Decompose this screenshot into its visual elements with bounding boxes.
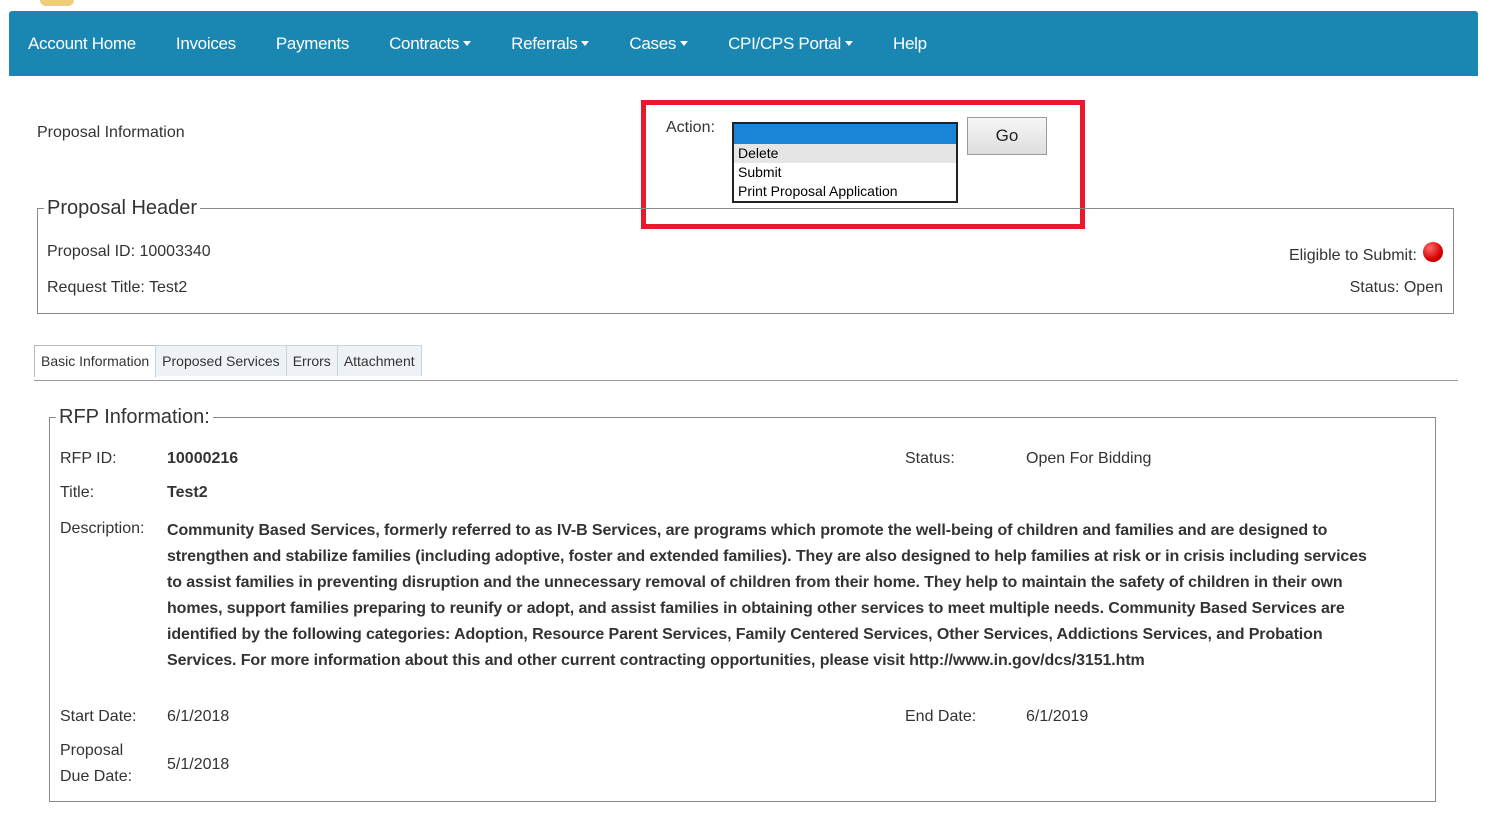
proposal-id: Proposal ID: 10003340 xyxy=(47,243,211,260)
nav-help[interactable]: Help xyxy=(873,11,947,76)
tab-proposed-services[interactable]: Proposed Services xyxy=(155,345,287,376)
tab-bar: Basic Information Proposed Services Erro… xyxy=(34,345,422,377)
rfp-description-value: Community Based Services, formerly refer… xyxy=(167,522,1367,669)
tab-basic-information[interactable]: Basic Information xyxy=(34,345,157,377)
nav-account-home[interactable]: Account Home xyxy=(9,11,156,76)
proposal-header-legend: Proposal Header xyxy=(47,197,198,219)
rfp-title-label: Title: xyxy=(60,484,95,501)
action-select[interactable]: Delete Submit Print Proposal Application xyxy=(732,122,958,203)
caret-down-icon xyxy=(581,41,590,46)
nav-cpi-cps-portal[interactable]: CPI/CPS Portal xyxy=(708,11,873,76)
eligible-to-submit: Eligible to Submit: xyxy=(1289,242,1443,265)
action-option-delete[interactable]: Delete xyxy=(734,144,956,163)
nav-label: Invoices xyxy=(175,33,236,53)
caret-down-icon xyxy=(845,41,854,46)
nav-label: Referrals xyxy=(511,33,578,53)
main-nav: Account Home Invoices Payments Contracts… xyxy=(9,11,1478,76)
nav-label: Payments xyxy=(275,33,350,53)
rfp-id-value: 10000216 xyxy=(167,450,239,467)
nav-referrals[interactable]: Referrals xyxy=(491,11,609,76)
logo-fragment xyxy=(40,0,74,6)
proposal-status: Status: Open xyxy=(1349,279,1443,296)
end-date-value: 6/1/2019 xyxy=(1026,708,1089,725)
nav-invoices[interactable]: Invoices xyxy=(156,11,256,76)
due-date-label-line2: Due Date: xyxy=(60,768,133,785)
proposal-header: Proposal Header xyxy=(37,197,1454,314)
tab-divider xyxy=(34,380,1458,381)
end-date-label: End Date: xyxy=(905,708,977,725)
action-label: Action: xyxy=(666,119,715,136)
tab-attachment[interactable]: Attachment xyxy=(336,345,422,376)
rfp-description-label: Description: xyxy=(60,520,145,537)
tab-errors[interactable]: Errors xyxy=(285,345,338,376)
start-date-label: Start Date: xyxy=(60,708,137,725)
start-date-value: 6/1/2018 xyxy=(167,708,230,725)
rfp-id-label: RFP ID: xyxy=(60,450,117,467)
due-date-value: 5/1/2018 xyxy=(167,756,230,773)
page-title: Proposal Information xyxy=(37,124,185,141)
nav-label: Help xyxy=(893,33,927,53)
caret-down-icon xyxy=(463,41,472,46)
action-select-current[interactable] xyxy=(734,124,956,144)
nav-label: Cases xyxy=(629,33,677,53)
nav-label: CPI/CPS Portal xyxy=(728,33,842,53)
rfp-status-value: Open For Bidding xyxy=(1026,450,1152,467)
go-button[interactable]: Go xyxy=(967,117,1047,155)
nav-label: Account Home xyxy=(28,33,136,53)
due-date-label-line1: Proposal xyxy=(60,742,124,759)
nav-cases[interactable]: Cases xyxy=(609,11,708,76)
action-option-submit[interactable]: Submit xyxy=(734,163,956,182)
nav-contracts[interactable]: Contracts xyxy=(369,11,491,76)
nav-label: Contracts xyxy=(389,33,460,53)
request-title: Request Title: Test2 xyxy=(47,279,188,296)
rfp-title-value: Test2 xyxy=(167,484,208,501)
nav-payments[interactable]: Payments xyxy=(256,11,369,76)
eligible-label: Eligible to Submit: xyxy=(1288,247,1417,264)
rfp-status-label: Status: xyxy=(905,450,955,467)
rfp-legend: RFP Information: xyxy=(59,406,210,428)
caret-down-icon xyxy=(680,41,689,46)
status-dot-icon xyxy=(1423,242,1443,262)
